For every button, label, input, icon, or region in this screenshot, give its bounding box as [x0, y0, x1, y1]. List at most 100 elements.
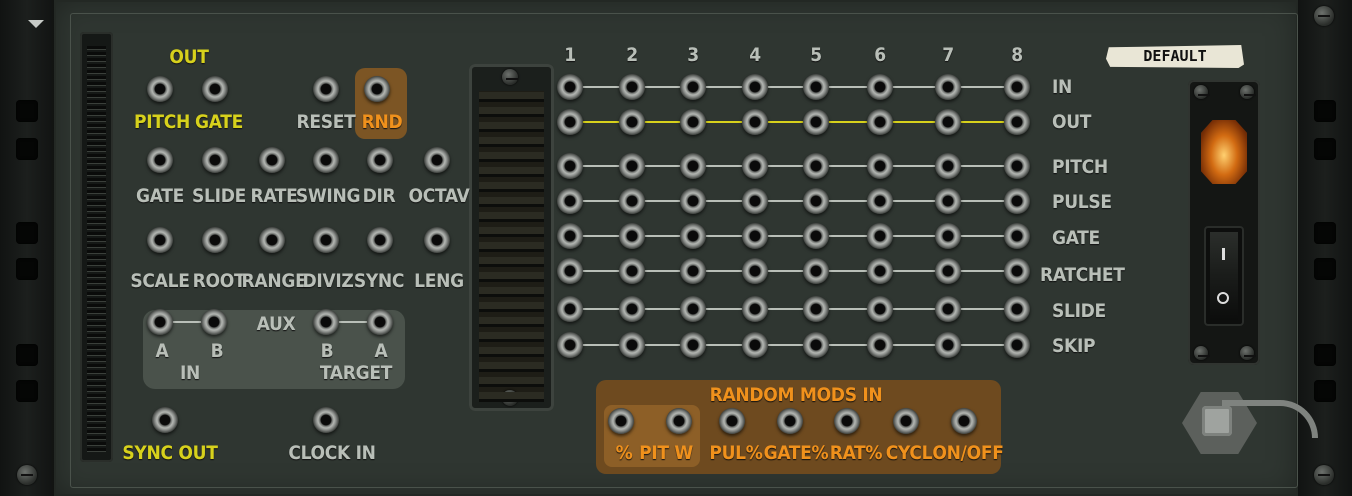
- matrix-jack-pitch[interactable]: [935, 153, 961, 179]
- matrix-jack-pitch[interactable]: [867, 153, 893, 179]
- matrix-jack-gate[interactable]: [867, 223, 893, 249]
- power-switch[interactable]: [1204, 226, 1244, 326]
- cv-in-label: LENG: [414, 270, 464, 292]
- matrix-jack-in[interactable]: [803, 74, 829, 100]
- random-mod-jack[interactable]: [893, 408, 919, 434]
- matrix-jack-ratchet[interactable]: [680, 258, 706, 284]
- random-mod-jack[interactable]: [608, 408, 634, 434]
- cv-in-jack-range[interactable]: [259, 227, 285, 253]
- cv-in-jack-swing[interactable]: [313, 147, 339, 173]
- matrix-jack-pulse[interactable]: [935, 188, 961, 214]
- matrix-jack-skip[interactable]: [680, 332, 706, 358]
- matrix-jack-slide[interactable]: [1004, 296, 1030, 322]
- matrix-jack-pulse[interactable]: [619, 188, 645, 214]
- matrix-jack-gate[interactable]: [619, 223, 645, 249]
- matrix-jack-slide[interactable]: [742, 296, 768, 322]
- matrix-jack-out[interactable]: [680, 109, 706, 135]
- matrix-jack-gate[interactable]: [1004, 223, 1030, 249]
- cv-in-jack-dir[interactable]: [367, 147, 393, 173]
- matrix-jack-pitch[interactable]: [803, 153, 829, 179]
- matrix-jack-in[interactable]: [680, 74, 706, 100]
- matrix-jack-slide[interactable]: [619, 296, 645, 322]
- matrix-row-label: IN: [1052, 76, 1073, 98]
- cv-in-jack-rate[interactable]: [259, 147, 285, 173]
- matrix-jack-slide[interactable]: [935, 296, 961, 322]
- matrix-jack-pitch[interactable]: [619, 153, 645, 179]
- matrix-jack-out[interactable]: [803, 109, 829, 135]
- matrix-jack-gate[interactable]: [803, 223, 829, 249]
- matrix-jack-out[interactable]: [742, 109, 768, 135]
- matrix-jack-in[interactable]: [557, 74, 583, 100]
- cv-in-jack-scale[interactable]: [147, 227, 173, 253]
- matrix-jack-pulse[interactable]: [803, 188, 829, 214]
- matrix-jack-pulse[interactable]: [742, 188, 768, 214]
- matrix-jack-ratchet[interactable]: [803, 258, 829, 284]
- matrix-jack-pulse[interactable]: [867, 188, 893, 214]
- matrix-jack-in[interactable]: [742, 74, 768, 100]
- cv-in-jack-leng[interactable]: [424, 227, 450, 253]
- matrix-jack-pulse[interactable]: [1004, 188, 1030, 214]
- preset-name-tape[interactable]: DEFAULT: [1106, 45, 1244, 68]
- matrix-jack-skip[interactable]: [619, 332, 645, 358]
- random-mod-jack[interactable]: [666, 408, 692, 434]
- cv-in-jack-slide[interactable]: [202, 147, 228, 173]
- lamp-screw: [1194, 346, 1210, 360]
- random-mod-jack[interactable]: [777, 408, 803, 434]
- matrix-jack-skip[interactable]: [1004, 332, 1030, 358]
- matrix-jack-out[interactable]: [935, 109, 961, 135]
- matrix-jack-out[interactable]: [619, 109, 645, 135]
- lamp-screw: [1240, 85, 1256, 99]
- matrix-jack-ratchet[interactable]: [742, 258, 768, 284]
- random-mod-jack[interactable]: [951, 408, 977, 434]
- matrix-jack-in[interactable]: [1004, 74, 1030, 100]
- matrix-jack-pulse[interactable]: [680, 188, 706, 214]
- matrix-jack-in[interactable]: [935, 74, 961, 100]
- matrix-jack-skip[interactable]: [742, 332, 768, 358]
- cv-in-label: ROOT: [192, 270, 246, 292]
- matrix-jack-ratchet[interactable]: [867, 258, 893, 284]
- cv-in-jack-root[interactable]: [202, 227, 228, 253]
- matrix-jack-gate[interactable]: [557, 223, 583, 249]
- random-mod-jack[interactable]: [719, 408, 745, 434]
- matrix-jack-ratchet[interactable]: [619, 258, 645, 284]
- matrix-jack-pitch[interactable]: [1004, 153, 1030, 179]
- matrix-jack-pitch[interactable]: [742, 153, 768, 179]
- matrix-jack-slide[interactable]: [557, 296, 583, 322]
- matrix-jack-skip[interactable]: [803, 332, 829, 358]
- matrix-jack-skip[interactable]: [867, 332, 893, 358]
- matrix-jack-out[interactable]: [1004, 109, 1030, 135]
- lamp-screw: [1240, 346, 1256, 360]
- matrix-jack-out[interactable]: [557, 109, 583, 135]
- power-on-icon: [1222, 248, 1225, 260]
- matrix-row-label: SKIP: [1052, 335, 1096, 357]
- matrix-jack-pulse[interactable]: [557, 188, 583, 214]
- cv-in-jack-sync[interactable]: [367, 227, 393, 253]
- step-number: 4: [749, 44, 761, 66]
- matrix-row-label: RATCHET: [1040, 264, 1125, 286]
- step-number: 3: [687, 44, 699, 66]
- cv-in-jack-diviz[interactable]: [313, 227, 339, 253]
- matrix-jack-gate[interactable]: [935, 223, 961, 249]
- matrix-row-label: SLIDE: [1052, 300, 1106, 322]
- matrix-jack-ratchet[interactable]: [935, 258, 961, 284]
- random-mod-jack[interactable]: [834, 408, 860, 434]
- matrix-jack-slide[interactable]: [867, 296, 893, 322]
- matrix-jack-gate[interactable]: [742, 223, 768, 249]
- cv-in-label: RANGE: [241, 270, 307, 292]
- cv-in-jack-gate[interactable]: [147, 147, 173, 173]
- matrix-jack-ratchet[interactable]: [1004, 258, 1030, 284]
- matrix-jack-skip[interactable]: [557, 332, 583, 358]
- matrix-jack-out[interactable]: [867, 109, 893, 135]
- matrix-jack-slide[interactable]: [680, 296, 706, 322]
- matrix-jack-skip[interactable]: [935, 332, 961, 358]
- matrix-jack-gate[interactable]: [680, 223, 706, 249]
- matrix-row-label: GATE: [1052, 227, 1100, 249]
- matrix-jack-slide[interactable]: [803, 296, 829, 322]
- matrix-jack-in[interactable]: [867, 74, 893, 100]
- matrix-jack-pitch[interactable]: [680, 153, 706, 179]
- matrix-jack-in[interactable]: [619, 74, 645, 100]
- matrix-jack-ratchet[interactable]: [557, 258, 583, 284]
- cv-in-jack-octav[interactable]: [424, 147, 450, 173]
- matrix-jack-pitch[interactable]: [557, 153, 583, 179]
- cv-in-label: DIVIZ: [302, 270, 354, 292]
